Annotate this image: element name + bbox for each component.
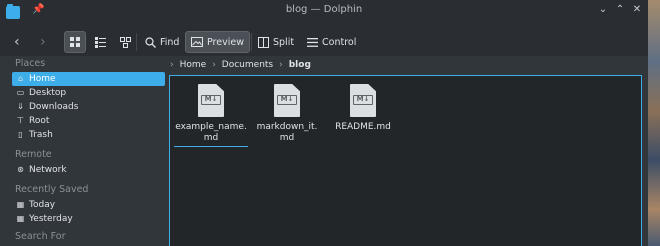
file-name: example_name. md <box>174 122 248 147</box>
forward-button[interactable]: › <box>40 34 46 50</box>
maximize-button[interactable]: ⌃ <box>613 3 627 17</box>
file-name: README.md <box>335 122 391 132</box>
search-icon <box>145 36 156 48</box>
split-view-icon <box>258 36 269 48</box>
sidebar-item-home[interactable]: ⌂ Home <box>12 72 165 86</box>
file-item[interactable]: M↓ example_name. md <box>174 84 248 147</box>
remote-section-title: Remote <box>15 149 52 160</box>
sidebar-item-label: Home <box>29 74 56 84</box>
split-label: Split <box>273 36 295 48</box>
compact-view-button[interactable] <box>89 31 111 53</box>
sidebar-item-label: Downloads <box>29 102 79 112</box>
sidebar-item-today[interactable]: ▦ Today <box>0 198 150 212</box>
image-preview-icon <box>191 37 203 47</box>
icons-view-icon <box>70 37 80 47</box>
file-name: markdown_it. md <box>256 122 318 143</box>
sidebar-item-label: Today <box>29 200 56 210</box>
markdown-file-icon: M↓ <box>198 84 224 117</box>
sidebar-item-label: Root <box>29 116 50 126</box>
details-view-icon <box>119 36 131 48</box>
details-view-button[interactable] <box>114 31 136 53</box>
toolbar-separator <box>136 33 137 51</box>
file-item[interactable]: M↓ markdown_it. md <box>250 84 324 144</box>
sidebar-item-trash[interactable]: ▯ Trash <box>0 128 150 142</box>
file-view[interactable]: M↓ example_name. md M↓ markdown_it. md M… <box>169 75 642 246</box>
calendar-icon: ▦ <box>16 214 25 223</box>
recent-section-title: Recently Saved <box>15 184 89 195</box>
chevron-right-icon: › <box>279 60 283 70</box>
home-icon: ⌂ <box>17 74 24 83</box>
find-button[interactable]: Find <box>140 31 184 53</box>
hamburger-menu-icon <box>307 37 318 47</box>
dolphin-window: 📌 blog — Dolphin ⌄ ⌃ ✕ ‹ › Find Preview … <box>0 0 648 246</box>
minimize-button[interactable]: ⌄ <box>596 3 610 17</box>
close-button[interactable]: ✕ <box>630 3 644 17</box>
places-section-title: Places <box>15 58 46 69</box>
sidebar-item-desktop[interactable]: ▭ Desktop <box>0 86 150 100</box>
sidebar-item-label: Yesterday <box>29 214 73 224</box>
sidebar-item-label: Desktop <box>29 88 67 98</box>
toolbar: ‹ › Find Preview Split Control <box>0 28 648 56</box>
trash-icon: ▯ <box>18 130 23 139</box>
network-icon: ⊛ <box>17 165 24 174</box>
breadcrumb-current[interactable]: blog <box>289 60 311 70</box>
desktop-wallpaper <box>646 0 660 246</box>
downloads-icon: ⇓ <box>17 102 24 111</box>
preview-button[interactable]: Preview <box>185 31 250 53</box>
toolbar-separator <box>251 33 252 51</box>
markdown-file-icon: M↓ <box>274 84 300 117</box>
preview-label: Preview <box>207 36 244 48</box>
root-icon: ⊤ <box>17 116 24 125</box>
sidebar-item-downloads[interactable]: ⇓ Downloads <box>0 100 150 114</box>
sidebar-item-yesterday[interactable]: ▦ Yesterday <box>0 212 150 226</box>
chevron-right-icon: › <box>212 60 216 70</box>
chevron-right-icon: › <box>170 60 174 70</box>
places-panel: Places ⌂ Home ▭ Desktop ⇓ Downloads ⊤ Ro… <box>0 56 168 246</box>
sidebar-item-root[interactable]: ⊤ Root <box>0 114 150 128</box>
icons-view-button[interactable] <box>64 31 86 53</box>
sidebar-item-network[interactable]: ⊛ Network <box>0 163 150 177</box>
breadcrumb-item[interactable]: Documents <box>222 60 273 70</box>
split-button[interactable]: Split <box>253 31 299 53</box>
control-menu-button[interactable]: Control <box>302 31 361 53</box>
desktop-icon: ▭ <box>16 88 25 97</box>
compact-view-icon <box>94 36 106 48</box>
markdown-file-icon: M↓ <box>350 84 376 117</box>
search-section-title: Search For <box>15 231 66 242</box>
control-label: Control <box>322 36 357 48</box>
sidebar-item-label: Network <box>29 165 67 175</box>
find-label: Find <box>160 36 180 48</box>
sidebar-item-label: Trash <box>29 130 53 140</box>
calendar-icon: ▦ <box>16 200 25 209</box>
window-title: blog — Dolphin <box>285 4 363 15</box>
back-button[interactable]: ‹ <box>14 34 20 50</box>
breadcrumb-item[interactable]: Home <box>180 60 207 70</box>
file-item[interactable]: M↓ README.md <box>326 84 400 133</box>
breadcrumb: › Home › Documents › blog <box>170 58 640 72</box>
